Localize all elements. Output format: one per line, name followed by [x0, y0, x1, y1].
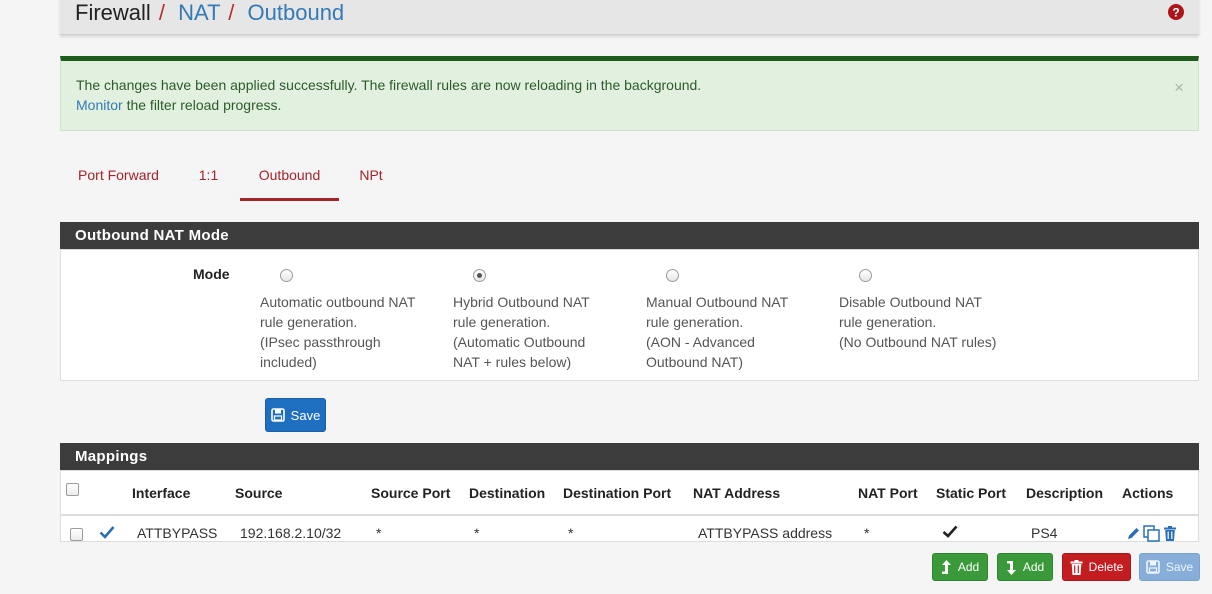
help-icon[interactable]: ?: [1168, 4, 1184, 20]
option-text-line: (IPsec passthrough: [260, 334, 381, 350]
mode-option-disable: Disable Outbound NAT rule generation. (N…: [839, 292, 1029, 352]
add-top-label: Add: [957, 560, 980, 574]
option-text-line: rule generation.: [453, 314, 551, 330]
arrow-turn-up-icon: [941, 559, 951, 574]
option-text-line: included): [260, 354, 317, 370]
tab-port-forward[interactable]: Port Forward: [68, 155, 169, 201]
breadcrumb-outbound[interactable]: Outbound: [248, 0, 345, 25]
table-header-row: Interface Source Source Port Destination…: [61, 471, 1198, 516]
option-text-line: rule generation.: [260, 314, 358, 330]
mode-label: Mode: [193, 266, 230, 282]
row-checkbox[interactable]: [70, 527, 83, 541]
column-header-description: Description: [1026, 471, 1122, 516]
delete-label: Delete: [1088, 560, 1124, 574]
nat-tabs: Port Forward 1:1 Outbound NPt: [60, 155, 660, 201]
column-header-destination-port: Destination Port: [563, 471, 693, 516]
tab-npt[interactable]: NPt: [349, 155, 393, 201]
option-text-line: NAT + rules below): [453, 354, 572, 370]
trash-icon: [1070, 559, 1083, 575]
table-row[interactable]: ATTBYPASS 192.168.2.10/32 * * * ATTBYPAS…: [61, 515, 1198, 550]
edit-pencil-icon[interactable]: [1126, 526, 1141, 541]
mode-radio-hybrid[interactable]: [473, 269, 486, 282]
cell-description: PS4: [1031, 525, 1058, 541]
check-icon: [942, 525, 958, 538]
column-header-source: Source: [235, 471, 371, 516]
save-label: Save: [290, 407, 321, 423]
enabled-check-icon[interactable]: [99, 525, 115, 539]
cell-destination: *: [474, 525, 480, 541]
option-text-line: Outbound NAT): [646, 354, 744, 370]
breadcrumb: Firewall / NAT / Outbound: [75, 0, 344, 26]
monitor-link[interactable]: Monitor: [76, 97, 123, 113]
tab-outbound[interactable]: Outbound: [240, 155, 339, 201]
copy-icon[interactable]: [1143, 525, 1160, 542]
page-header: Firewall / NAT / Outbound ?: [60, 0, 1199, 35]
mode-option-manual: Manual Outbound NAT rule generation. (AO…: [646, 292, 821, 372]
mappings-panel: Interface Source Source Port Destination…: [60, 470, 1199, 542]
option-text-line: rule generation.: [646, 314, 744, 330]
save-mappings-button[interactable]: Save: [1139, 553, 1200, 581]
breadcrumb-nat[interactable]: NAT: [178, 0, 220, 25]
mode-radio-disable[interactable]: [859, 269, 872, 282]
delete-button[interactable]: Delete: [1062, 553, 1131, 581]
tab-one-to-one[interactable]: 1:1: [187, 155, 230, 201]
add-top-button[interactable]: Add: [932, 553, 988, 581]
cell-interface: ATTBYPASS: [137, 525, 218, 541]
arrow-turn-down-icon: [1006, 560, 1016, 575]
option-text-line: Manual Outbound NAT: [646, 294, 789, 310]
option-text-line: Disable Outbound NAT: [839, 294, 982, 310]
add-bottom-label: Add: [1022, 560, 1045, 574]
svg-text:?: ?: [1172, 6, 1179, 20]
column-header-destination: Destination: [469, 471, 563, 516]
mappings-panel-title: Mappings: [60, 443, 1199, 470]
cell-static-port: [936, 515, 1026, 550]
cell-nat-port: *: [864, 525, 870, 541]
close-icon[interactable]: ×: [1174, 79, 1184, 96]
add-bottom-button[interactable]: Add: [997, 553, 1053, 581]
option-text-line: Automatic outbound NAT: [260, 294, 416, 310]
mode-option-automatic: Automatic outbound NAT rule generation. …: [260, 292, 435, 372]
mappings-table: Interface Source Source Port Destination…: [61, 471, 1198, 550]
mode-option-hybrid: Hybrid Outbound NAT rule generation. (Au…: [453, 292, 628, 372]
alert-message-rest: the filter reload progress.: [122, 97, 282, 113]
cell-source: 192.168.2.10/32: [240, 525, 342, 541]
cell-source-port: *: [376, 525, 382, 541]
save-mappings-label: Save: [1165, 560, 1194, 574]
save-mode-button[interactable]: Save: [265, 398, 326, 432]
save-icon: [270, 408, 285, 422]
column-header-interface: Interface: [132, 471, 235, 516]
success-alert: The changes have been applied successful…: [60, 56, 1199, 131]
column-header-source-port: Source Port: [371, 471, 469, 516]
option-text-line: Hybrid Outbound NAT: [453, 294, 590, 310]
cell-destination-port: *: [568, 525, 574, 541]
breadcrumb-firewall: Firewall: [75, 0, 151, 25]
mode-panel: Mode Automatic outbound NAT rule generat…: [60, 249, 1199, 381]
option-text-line: (No Outbound NAT rules): [839, 334, 997, 350]
mode-radio-manual[interactable]: [666, 269, 679, 282]
select-all-checkbox[interactable]: [66, 482, 79, 496]
breadcrumb-separator: /: [228, 0, 235, 25]
column-header-static-port: Static Port: [936, 471, 1026, 516]
breadcrumb-separator: /: [158, 0, 166, 25]
save-icon: [1146, 560, 1160, 574]
column-header-nat-port: NAT Port: [858, 471, 936, 516]
option-text-line: (Automatic Outbound: [453, 334, 586, 350]
alert-message-2: Monitor the filter reload progress.: [76, 97, 281, 113]
cell-nat-address: ATTBYPASS address: [698, 525, 833, 541]
column-header-nat-address: NAT Address: [693, 471, 858, 516]
column-header-actions: Actions: [1122, 471, 1198, 516]
mode-panel-title: Outbound NAT Mode: [60, 222, 1199, 249]
alert-message: The changes have been applied successful…: [76, 77, 702, 93]
mode-radio-automatic[interactable]: [280, 269, 293, 282]
option-text-line: (AON - Advanced: [646, 334, 755, 350]
option-text-line: rule generation.: [839, 314, 937, 330]
trash-icon[interactable]: [1163, 525, 1177, 541]
column-spacer: [99, 471, 132, 516]
cell-actions: [1122, 515, 1198, 550]
